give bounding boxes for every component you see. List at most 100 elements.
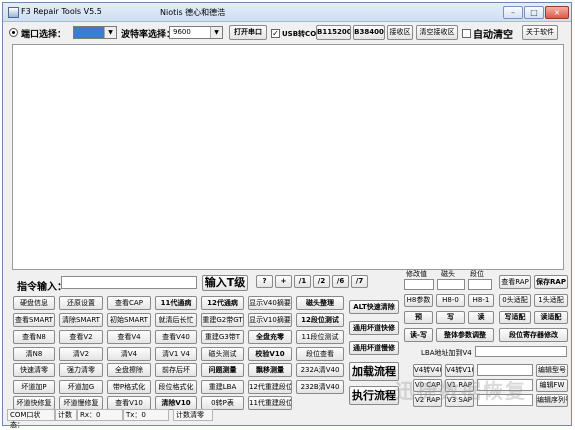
grid-button-r1-c2[interactable]: 初始SMART [107,313,151,327]
grid-button-r1-c6[interactable]: 12段位测试 [296,313,344,327]
clear-count-button[interactable]: 计数清零 [173,409,213,421]
grid-button-r6-c3[interactable]: 清除V10 [155,396,197,410]
quick-button-6[interactable]: /6 [332,275,349,288]
quick-button-1[interactable]: /1 [294,275,311,288]
baud-select[interactable]: 9600 ▼ [169,26,223,39]
quick-button-question[interactable]: ? [256,275,273,288]
v2-rap-button[interactable]: V2 RAP [413,394,442,407]
read-write-button[interactable]: 读-写 [404,328,433,342]
grid-button-r4-c4[interactable]: 问题测量 [201,363,244,377]
grid-button-r0-c5[interactable]: 显示V40摘要 [248,296,292,310]
grid-button-r6-c2[interactable]: 查看V10 [107,396,151,410]
grid-button-r2-c3[interactable]: 查看V40 [155,330,197,344]
v0-cap-button[interactable]: V0 CAP [413,379,442,392]
edit-sn-button[interactable]: 编辑序列号 [536,394,568,407]
grid-button-r3-c6[interactable]: 段位查看 [296,347,344,361]
model-input[interactable] [477,364,533,376]
grid-button-r1-c3[interactable]: 就清后长忙 [155,313,197,327]
grid-button-r6-c0[interactable]: 坏道快修复 [13,396,55,410]
usb-checkbox[interactable]: ✓ [271,29,280,38]
h8-params-button[interactable]: H8参数 [404,294,433,307]
quick-button-plus[interactable]: + [275,275,292,288]
grid-button-r3-c2[interactable]: 清V4 [107,347,151,361]
write-adapt-button[interactable]: 写适配 [499,311,531,324]
exec-process-button[interactable]: 执行流程 [349,386,399,405]
grid-button-r4-c0[interactable]: 快速清零 [13,363,55,377]
grid-button-r0-c0[interactable]: 硬盘信息 [13,296,55,310]
one-head-adapt-button[interactable]: 1头适配 [534,294,568,307]
all-params-button[interactable]: 整体参数调整 [436,328,494,342]
pre-button[interactable]: 预 [404,311,433,324]
write-button[interactable]: 写 [436,311,465,324]
minimize-button[interactable]: – [503,6,523,19]
fw-input[interactable] [477,379,533,391]
v4-v10-button[interactable]: V4转V10 [445,364,474,377]
universal-fast-button[interactable]: 通用坏道快修 [349,321,399,335]
command-input[interactable] [61,276,197,289]
modify-value-input[interactable] [404,279,434,290]
grid-button-r4-c5[interactable]: 飘移测量 [248,363,292,377]
load-process-button[interactable]: 加载流程 [349,362,399,381]
read-adapt-button[interactable]: 读适配 [534,311,568,324]
grid-button-r3-c3[interactable]: 清V1 V4 [155,347,197,361]
grid-button-r2-c5[interactable]: 全盘充零 [248,330,292,344]
grid-button-r3-c5[interactable]: 校验V10 [248,347,292,361]
grid-button-r5-c6[interactable]: 232B清V40 [296,380,344,394]
grid-button-r3-c4[interactable]: 磁头测试 [201,347,244,361]
h8-0-button[interactable]: H8-0 [436,294,465,307]
grid-button-r6-c4[interactable]: 0转P表 [201,396,244,410]
save-rap-button[interactable]: 保存RAP [534,275,568,289]
grid-button-r6-c5[interactable]: 11代重建段位 [248,396,292,410]
grid-button-r3-c0[interactable]: 清N8 [13,347,55,361]
receive-textarea[interactable] [12,44,564,270]
grid-button-r0-c6[interactable]: 磁头整理 [296,296,344,310]
grid-button-r4-c2[interactable]: 全盘擦除 [107,363,151,377]
grid-button-r5-c0[interactable]: 坏道加P [13,380,55,394]
grid-button-r5-c5[interactable]: 12代重建段位 [248,380,292,394]
view-rap-button[interactable]: 查看RAP [499,275,531,289]
grid-button-r0-c2[interactable]: 查看CAP [107,296,151,310]
grid-button-r0-c3[interactable]: 11代通病 [155,296,197,310]
grid-button-r4-c1[interactable]: 强力清零 [59,363,103,377]
grid-button-r2-c1[interactable]: 查看V2 [59,330,103,344]
grid-button-r5-c3[interactable]: 段位格式化 [155,380,197,394]
read-button[interactable]: 读 [468,311,494,324]
grid-button-r2-c0[interactable]: 查看N8 [13,330,55,344]
universal-slow-button[interactable]: 通用坏道慢修 [349,341,399,355]
maximize-button[interactable]: □ [524,6,544,19]
zero-head-adapt-button[interactable]: 0头适配 [499,294,531,307]
grid-button-r4-c3[interactable]: 前存后坏 [155,363,197,377]
grid-button-r1-c0[interactable]: 查看SMART [13,313,55,327]
close-button[interactable]: × [545,6,569,19]
sn-input[interactable] [477,394,533,406]
port-select[interactable]: ▼ [73,26,117,39]
grid-button-r1-c1[interactable]: 清除SMART [59,313,103,327]
grid-button-r0-c1[interactable]: 还原设置 [59,296,103,310]
v4-v40-button[interactable]: V4转V40 [413,364,442,377]
auto-clear-checkbox[interactable] [462,29,471,38]
port-radio[interactable] [9,28,18,37]
grid-button-r1-c4[interactable]: 重建G2带GT [201,313,244,327]
quick-button-7[interactable]: /7 [351,275,368,288]
baud-115200-button[interactable]: B115200 [316,25,351,40]
about-button[interactable]: 关于软件 [522,25,558,40]
grid-button-r4-c6[interactable]: 232A清V40 [296,363,344,377]
edit-fw-button[interactable]: 编辑FW [536,379,568,392]
grid-button-r0-c4[interactable]: 12代通病 [201,296,244,310]
head-input[interactable] [437,279,465,290]
receive-area-button[interactable]: 接收区 [387,25,413,40]
edit-model-button[interactable]: 编辑型号 [536,364,568,377]
grid-button-r2-c4[interactable]: 重建G3带T [201,330,244,344]
v1-rap-button[interactable]: V1 RAP [445,379,474,392]
v3-sap-button[interactable]: V3 SAP [445,394,474,407]
baud-38400-button[interactable]: B38400 [353,25,385,40]
grid-button-r6-c1[interactable]: 坏道慢修复 [59,396,103,410]
alt-clear-button[interactable]: ALT快速清除 [349,300,399,314]
grid-button-r1-c5[interactable]: 显示V10摘要 [248,313,292,327]
grid-button-r5-c1[interactable]: 坏道加G [59,380,103,394]
open-port-button[interactable]: 打开串口 [229,25,267,40]
grid-button-r5-c2[interactable]: 带P格式化 [107,380,151,394]
lba-input[interactable] [475,346,567,357]
segment-input[interactable] [468,279,492,290]
grid-button-r2-c2[interactable]: 查看V4 [107,330,151,344]
